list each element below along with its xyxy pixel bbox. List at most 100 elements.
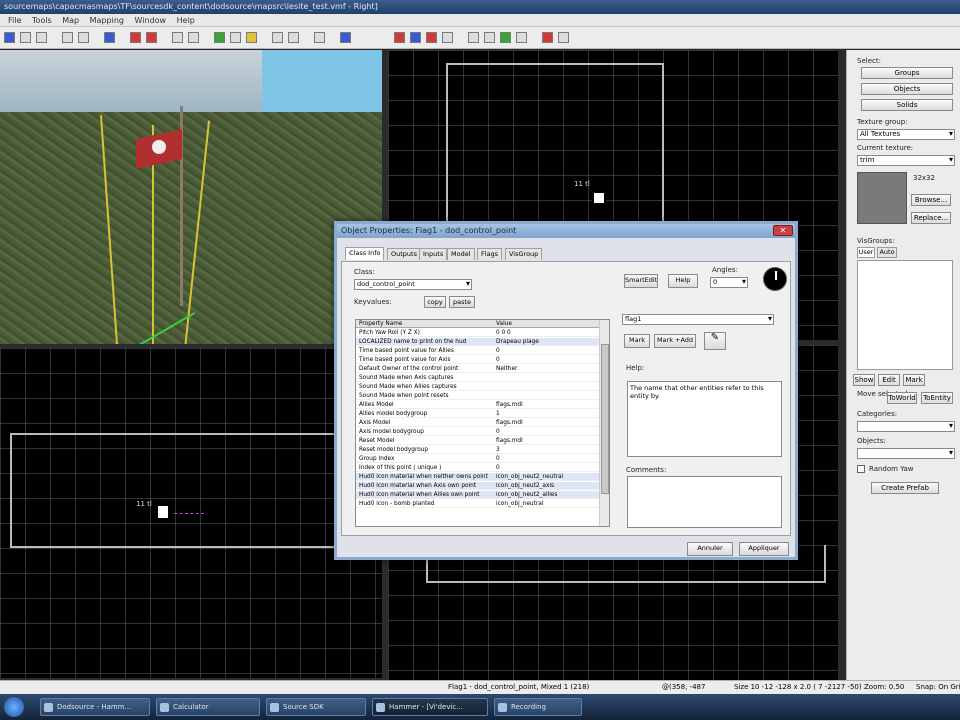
visgroups-list[interactable]: [857, 260, 953, 370]
entity-icon[interactable]: [592, 191, 606, 205]
scrollbar-thumb[interactable]: [601, 344, 609, 494]
table-row[interactable]: Axis Model flags.mdl: [356, 419, 599, 427]
table-row[interactable]: Default Owner of the control point Neithe…: [356, 365, 599, 373]
grid-icon[interactable]: [230, 32, 241, 43]
check-problems-icon[interactable]: [442, 32, 453, 43]
groups-button[interactable]: Groups: [861, 67, 953, 79]
target-select[interactable]: flag1: [622, 314, 774, 325]
undo-icon[interactable]: [62, 32, 73, 43]
column-header[interactable]: Value: [496, 320, 599, 327]
flat-shaded-icon[interactable]: [484, 32, 495, 43]
table-row[interactable]: Axis model bodygroup 0: [356, 428, 599, 436]
comments-textbox[interactable]: [627, 476, 782, 528]
to-entity-button[interactable]: ToEntity: [921, 392, 953, 404]
visgroups-tab-user[interactable]: User: [857, 247, 875, 258]
visgroups-tab-auto[interactable]: Auto: [877, 247, 897, 258]
textured-icon[interactable]: [500, 32, 511, 43]
table-row[interactable]: Sound Made when point resets: [356, 392, 599, 400]
table-scrollbar[interactable]: [599, 320, 609, 526]
browse-button[interactable]: Browse...: [911, 194, 951, 206]
compile-icon[interactable]: [394, 32, 405, 43]
copy-icon[interactable]: [130, 32, 141, 43]
taskbar-item[interactable]: Calculator: [156, 698, 260, 716]
menu-mapping[interactable]: Mapping: [90, 16, 124, 25]
column-header[interactable]: Property Name: [359, 320, 492, 327]
table-row[interactable]: Hud0 icon material when Axis own point ic…: [356, 482, 599, 490]
taskbar-item[interactable]: Source SDK: [266, 698, 366, 716]
open-icon[interactable]: [20, 32, 31, 43]
table-row[interactable]: Time based point value for Allies 0: [356, 347, 599, 355]
menu-file[interactable]: File: [8, 16, 21, 25]
tab-flags[interactable]: Flags: [477, 248, 503, 260]
viewport-3d[interactable]: [0, 50, 382, 344]
menu-window[interactable]: Window: [135, 16, 167, 25]
table-row[interactable]: Reset Model flags.mdl: [356, 437, 599, 445]
ungroup-icon[interactable]: [188, 32, 199, 43]
taskbar-item[interactable]: Hammer - [Vi'devic...: [372, 698, 488, 716]
model-icon[interactable]: [558, 32, 569, 43]
table-row[interactable]: Reset model bodygroup 3: [356, 446, 599, 454]
table-row[interactable]: Index of this point ( unique ) 0: [356, 464, 599, 472]
table-row[interactable]: Sound Made when Allies captures: [356, 383, 599, 391]
taskbar-item[interactable]: Recording: [494, 698, 582, 716]
menu-tools[interactable]: Tools: [32, 16, 52, 25]
angles-input[interactable]: 0: [710, 277, 748, 288]
create-prefab-button[interactable]: Create Prefab: [871, 482, 939, 494]
taskbar-item[interactable]: Dodsource - Hamm...: [40, 698, 150, 716]
tab-class-info[interactable]: Class Info: [345, 247, 385, 260]
hollow-icon[interactable]: [314, 32, 325, 43]
table-row[interactable]: Hud0 icon material when neither owns poi…: [356, 473, 599, 481]
entity-report-icon[interactable]: [426, 32, 437, 43]
helpers-icon[interactable]: [340, 32, 351, 43]
cancel-button[interactable]: Annuler: [687, 542, 733, 556]
random-yaw-checkbox[interactable]: [857, 465, 865, 473]
table-row[interactable]: Hud0 icon material when Allies own point…: [356, 491, 599, 499]
grid-larger-icon[interactable]: [272, 32, 283, 43]
group-icon[interactable]: [172, 32, 183, 43]
close-icon[interactable]: ✕: [773, 225, 793, 236]
table-row[interactable]: Allies model bodygroup 1: [356, 410, 599, 418]
objects-select[interactable]: [857, 448, 955, 459]
menu-map[interactable]: Map: [62, 16, 79, 25]
redo-icon[interactable]: [78, 32, 89, 43]
paste-icon[interactable]: [146, 32, 157, 43]
table-row[interactable]: Hud0 icon - bomb planted icon_obj_neutral: [356, 500, 599, 508]
tab-outputs[interactable]: Outputs: [387, 248, 421, 260]
help-button[interactable]: Help: [668, 274, 698, 288]
texture-group-select[interactable]: All Textures: [857, 129, 955, 140]
solids-button[interactable]: Solids: [861, 99, 953, 111]
smooth-icon[interactable]: [542, 32, 553, 43]
tab-model[interactable]: Model: [447, 248, 475, 260]
entity-icon[interactable]: [156, 504, 170, 520]
apply-button[interactable]: Appliquer: [739, 542, 789, 556]
texture-lock-icon[interactable]: [214, 32, 225, 43]
grid-smaller-icon[interactable]: [246, 32, 257, 43]
tab-inputs[interactable]: Inputs: [419, 248, 448, 260]
table-row[interactable]: LOCALIZED name to print on the hud Drapea…: [356, 338, 599, 346]
paste-button[interactable]: paste: [449, 296, 475, 308]
wireframe-icon[interactable]: [468, 32, 479, 43]
current-texture-select[interactable]: trim: [857, 155, 955, 166]
copy-button[interactable]: copy: [424, 296, 446, 308]
cut-icon[interactable]: [104, 32, 115, 43]
run-map-icon[interactable]: [410, 32, 421, 43]
mark-button[interactable]: Mark: [903, 374, 925, 386]
new-icon[interactable]: [4, 32, 15, 43]
smartedit-button[interactable]: SmartEdit: [624, 274, 658, 288]
replace-button[interactable]: Replace...: [911, 212, 951, 224]
menu-help[interactable]: Help: [177, 16, 195, 25]
class-select[interactable]: dod_control_point: [354, 279, 472, 290]
show-button[interactable]: Show: [853, 374, 875, 386]
mark-add-button[interactable]: Mark +Add: [654, 334, 696, 348]
table-row[interactable]: Sound Made when Axis captures: [356, 374, 599, 382]
table-row[interactable]: Allies Model flags.mdl: [356, 401, 599, 409]
mark-button[interactable]: Mark: [624, 334, 650, 348]
lightmap-icon[interactable]: [516, 32, 527, 43]
edit-button[interactable]: Edit: [878, 374, 900, 386]
table-row[interactable]: Time based point value for Axis 0: [356, 356, 599, 364]
carve-icon[interactable]: [288, 32, 299, 43]
keyvalue-table[interactable]: Property Name Value Pitch Yaw Roll (Y Z …: [355, 319, 610, 527]
eyedropper-icon[interactable]: ✎: [704, 332, 726, 350]
viewport-front[interactable]: 11 tl: [0, 348, 382, 678]
table-row[interactable]: Group Index 0: [356, 455, 599, 463]
